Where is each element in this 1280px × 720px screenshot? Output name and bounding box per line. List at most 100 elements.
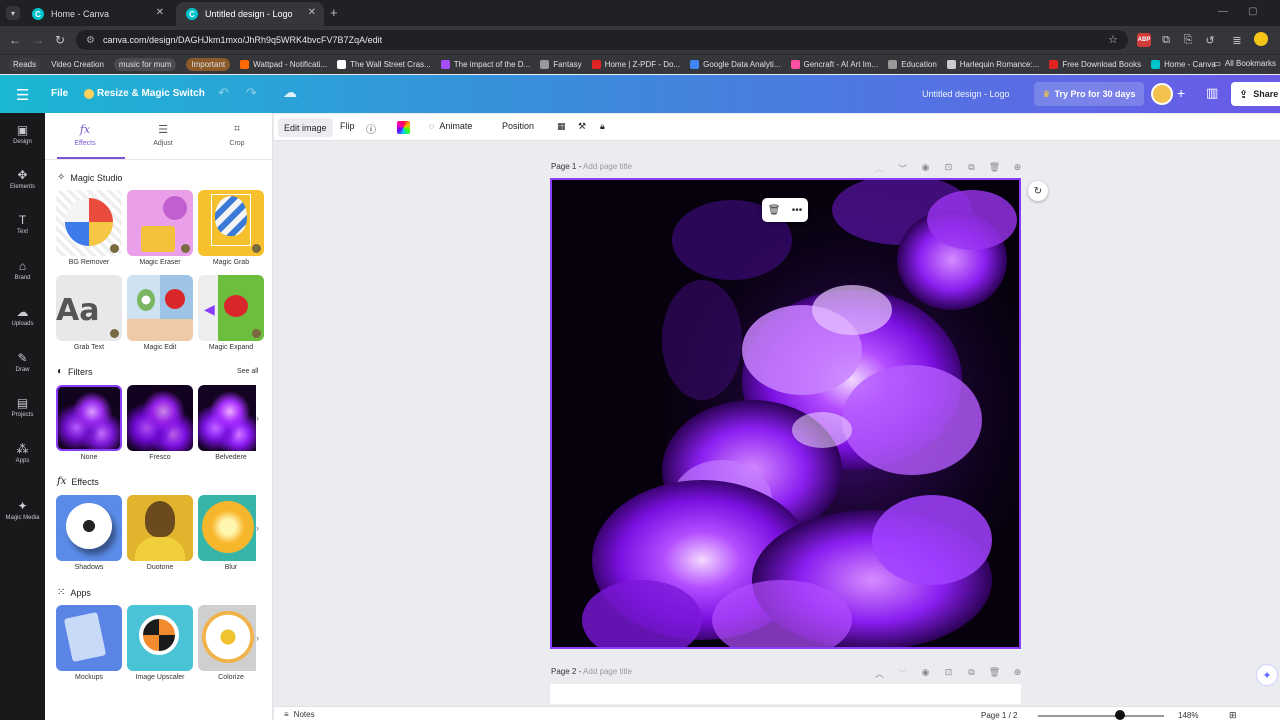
canvas-page-1[interactable] [550, 178, 1021, 649]
bookmark-item[interactable]: Gencraft - AI Art Im... [790, 60, 878, 69]
bookmark-item[interactable]: Education [888, 60, 937, 69]
page-indicator[interactable]: Page 1 / 2 [981, 711, 1017, 720]
edit-image-button[interactable]: Edit image [278, 118, 333, 137]
bookmark-item[interactable]: Home | Z-PDF - Do... [591, 60, 680, 69]
transparency-icon[interactable]: ▦ [557, 121, 566, 132]
bookmark-item[interactable]: Home - Canva [1151, 60, 1216, 69]
effect-duotone-tile[interactable] [127, 495, 193, 561]
bookmark-item[interactable]: music for mum [113, 58, 177, 71]
insights-chart-icon[interactable]: ▥ [1206, 85, 1218, 101]
canvas-page-2[interactable] [550, 684, 1021, 704]
paint-roller-icon[interactable]: ⚒ [578, 121, 586, 132]
notes-button[interactable]: ≡ Notes [284, 710, 315, 719]
lock-icon[interactable]: 🔒︎ [600, 121, 605, 132]
tab-close-icon[interactable]: ✕ [308, 7, 316, 18]
forward-icon[interactable]: → [32, 33, 44, 47]
app-colorize-tile[interactable] [198, 605, 256, 671]
tab-search-icon[interactable]: ▾ [6, 6, 20, 20]
delete-icon[interactable]: 🗑︎ [768, 205, 781, 216]
magic-assistant-icon[interactable]: ✦ [1256, 664, 1278, 686]
zoom-slider[interactable] [1038, 715, 1164, 717]
effect-shadows-tile[interactable] [56, 495, 122, 561]
bookmark-item[interactable]: Reads [8, 58, 42, 71]
lock-page-icon[interactable]: ⊡ [937, 162, 960, 175]
rail-item-apps[interactable]: ⁂ Apps [0, 442, 45, 464]
add-page-icon[interactable]: ⊕ [1006, 667, 1029, 680]
rail-item-elements[interactable]: ✥ Elements [0, 168, 45, 190]
flip-button[interactable]: Flip [340, 121, 355, 131]
move-up-icon[interactable]: ︿ [868, 667, 891, 680]
scroll-right-icon[interactable]: › [256, 633, 259, 643]
zoom-slider-handle[interactable] [1114, 710, 1125, 720]
file-menu[interactable]: File [51, 88, 68, 99]
scroll-right-icon[interactable]: › [256, 523, 259, 533]
tab-adjust[interactable]: ☰ Adjust [133, 123, 193, 147]
add-page-icon[interactable]: ⊕ [1006, 162, 1029, 175]
bookmark-item[interactable]: Google Data Analyti... [690, 60, 781, 69]
rail-item-projects[interactable]: ▤ Projects [0, 396, 45, 418]
cloud-saved-icon[interactable]: ☁ [283, 84, 297, 101]
hide-page-icon[interactable]: ◉ [914, 162, 937, 175]
magic-expand-tile[interactable]: ◀ [198, 275, 264, 341]
share-button[interactable]: ⇪ Share [1231, 82, 1280, 106]
move-down-icon[interactable]: ﹀ [891, 667, 914, 680]
bookmark-item[interactable]: The impact of the D... [440, 60, 530, 69]
delete-page-icon[interactable]: 🗑︎ [983, 162, 1006, 175]
bookmark-item[interactable]: Important [186, 58, 231, 71]
effect-blur-tile[interactable] [198, 495, 256, 561]
bookmark-star-icon[interactable]: ☆ [1108, 33, 1118, 46]
grab-text-tile[interactable]: Aa [56, 275, 122, 341]
lock-page-icon[interactable]: ⊡ [937, 667, 960, 680]
reload-icon[interactable]: ↻ [55, 33, 65, 47]
more-options-icon[interactable]: ••• [792, 205, 803, 216]
rail-item-brand[interactable]: ⌂ Brand [0, 259, 45, 281]
bookmark-item[interactable]: Harlequin Romance:... [946, 60, 1039, 69]
url-field[interactable]: ⚙ canva.com/design/DAGHJkm1mxo/JhRh9q5WR… [76, 30, 1128, 50]
new-tab-icon[interactable]: + [330, 5, 338, 20]
try-pro-button[interactable]: ♛ Try Pro for 30 days [1034, 82, 1144, 106]
duplicate-page-icon[interactable]: ⧉ [960, 162, 983, 175]
scroll-right-icon[interactable]: › [256, 413, 259, 423]
hamburger-menu-icon[interactable]: ☰ [16, 86, 29, 104]
browser-tab-untitled-design[interactable]: C Untitled design - Logo ✕ [176, 2, 324, 26]
back-icon[interactable]: ← [9, 33, 21, 47]
bookmark-item[interactable]: Wattpad - Notificati... [240, 60, 327, 69]
filter-fresco-tile[interactable] [127, 385, 193, 451]
move-up-icon[interactable]: ︿ [868, 162, 891, 175]
tab-effects[interactable]: fx Effects [55, 123, 115, 147]
magic-eraser-tile[interactable] [127, 190, 193, 256]
minimize-icon[interactable]: — [1218, 6, 1228, 17]
magic-grab-tile[interactable] [198, 190, 264, 256]
redo-icon[interactable]: ↷ [246, 85, 257, 101]
design-title[interactable]: Untitled design - Logo [922, 89, 1010, 99]
restore-icon[interactable]: ▢ [1248, 6, 1257, 17]
bookmark-item[interactable]: The Wall Street Cras... [337, 60, 431, 69]
flower-photo[interactable] [552, 180, 1021, 649]
tab-crop[interactable]: ⌗ Crop [207, 123, 267, 147]
page-2-title[interactable]: Page 2 - Add page title [551, 667, 632, 676]
app-image-upscaler-tile[interactable] [127, 605, 193, 671]
tab-close-icon[interactable]: ✕ [156, 7, 164, 18]
media-control-icon[interactable]: ⎘ [1181, 33, 1195, 47]
hide-page-icon[interactable]: ◉ [914, 667, 937, 680]
delete-page-icon[interactable]: 🗑︎ [983, 667, 1006, 680]
rotate-icon[interactable]: ↻ [1028, 181, 1048, 201]
position-button[interactable]: Position [502, 121, 534, 131]
duplicate-page-icon[interactable]: ⧉ [960, 667, 983, 680]
add-collaborator-icon[interactable]: + [1177, 85, 1185, 101]
undo-icon[interactable]: ↶ [218, 85, 229, 101]
color-picker-icon[interactable] [397, 121, 410, 134]
grid-view-icon[interactable]: ⊞ [1229, 710, 1237, 720]
all-bookmarks-button[interactable]: ▭ All Bookmarks [1213, 59, 1276, 68]
rail-item-draw[interactable]: ✎ Draw [0, 351, 45, 373]
profile-avatar[interactable] [1254, 32, 1268, 46]
rail-item-design[interactable]: ▣ Design [0, 123, 45, 145]
bookmark-item[interactable]: Fantasy [540, 60, 582, 69]
adblock-extension-icon[interactable]: ABP [1137, 33, 1151, 47]
animate-button[interactable]: ◌ Animate [429, 121, 472, 131]
browser-tab-home-canva[interactable]: C Home - Canva ✕ [22, 2, 172, 26]
filter-belvedere-tile[interactable] [198, 385, 256, 451]
app-mockups-tile[interactable] [56, 605, 122, 671]
info-icon[interactable]: ⓘ [366, 121, 376, 136]
resize-magic-switch-button[interactable]: Resize & Magic Switch [84, 88, 205, 99]
